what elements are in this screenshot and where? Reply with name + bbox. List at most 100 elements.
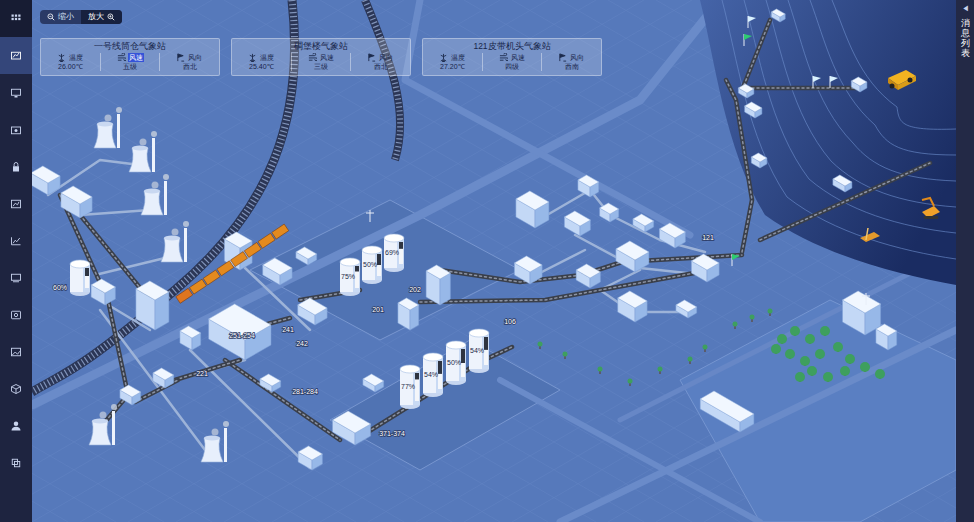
conveyor <box>742 86 860 91</box>
metric: 风速四级 <box>483 53 543 71</box>
silo <box>469 329 489 373</box>
message-list-title[interactable]: 消息列表 <box>961 19 970 59</box>
building <box>659 223 685 248</box>
contour-line <box>722 0 956 259</box>
conveyor-label: 221 <box>196 370 208 377</box>
tree <box>598 367 603 375</box>
metric-label: 风速 <box>128 53 144 62</box>
level-track <box>355 266 359 288</box>
conveyor-label: 202 <box>409 286 421 293</box>
metric-label-row: 风速 <box>499 53 526 62</box>
building <box>136 281 169 330</box>
temperature-icon <box>439 53 448 62</box>
grid-line <box>32 0 404 522</box>
building <box>398 298 419 330</box>
sidebar-item[interactable] <box>0 222 32 259</box>
level-fill <box>85 276 89 288</box>
conveyor-belt <box>420 272 700 302</box>
building <box>263 258 292 285</box>
sidebar-item[interactable] <box>0 444 32 481</box>
collapse-arrow[interactable]: ◀ <box>962 4 969 13</box>
sidebar <box>0 0 32 522</box>
tree <box>845 354 855 364</box>
building <box>296 247 317 265</box>
sidebar-item[interactable] <box>0 259 32 296</box>
silo <box>340 258 360 296</box>
zoom-out-button[interactable]: 缩小 <box>40 10 81 24</box>
grid-line <box>32 0 788 522</box>
train-car <box>190 279 207 294</box>
sidebar-item[interactable] <box>0 74 32 111</box>
silo <box>70 260 90 296</box>
temperature-icon <box>248 53 257 62</box>
service-road <box>48 160 140 195</box>
grid-line <box>32 0 548 522</box>
building <box>633 214 654 232</box>
train-car <box>258 233 275 248</box>
plant-map[interactable]: 75%50%69%77%54%50%54%60%201202241242281-… <box>32 0 956 522</box>
sidebar-item[interactable] <box>0 148 32 185</box>
zoom-in-icon <box>107 13 115 21</box>
sidebar-item[interactable] <box>0 296 32 333</box>
building <box>153 368 174 388</box>
road <box>560 330 956 522</box>
silo-level-label: 50% <box>447 359 461 366</box>
tree <box>800 356 810 366</box>
silo <box>400 365 420 409</box>
message-panel[interactable]: ◀ 消息列表 <box>956 0 974 522</box>
metric-label-row: 风向 <box>367 53 394 62</box>
map-canvas[interactable]: 75%50%69%77%54%50%54%60%201202241242281-… <box>32 0 956 522</box>
cooling-tower <box>89 404 117 445</box>
tree <box>538 342 543 350</box>
silo-level-label: 75% <box>341 273 355 280</box>
grid-line <box>32 0 212 522</box>
silo-level-label: 54% <box>470 347 484 354</box>
service-road <box>535 190 705 252</box>
metric-value: 四级 <box>505 62 519 71</box>
sidebar-item[interactable] <box>0 407 32 444</box>
metric-label: 温度 <box>259 53 275 62</box>
tree <box>658 367 663 375</box>
sidebar-item[interactable] <box>0 0 32 37</box>
grid-line <box>656 0 956 522</box>
grid-line <box>32 0 644 522</box>
metric: 风速三级 <box>292 53 352 71</box>
level-fill <box>355 272 359 289</box>
railway <box>365 0 400 160</box>
silo <box>423 353 443 397</box>
tree <box>703 345 708 353</box>
conveyor-label: 371-374 <box>379 430 405 437</box>
sidebar-item[interactable] <box>0 37 32 74</box>
metric-label: 风速 <box>510 53 526 62</box>
flag-icon <box>748 16 756 28</box>
tree <box>785 349 795 359</box>
silo-level-label: 60% <box>53 284 67 291</box>
cube-icon <box>10 383 22 395</box>
weather-stations: 一号线筒仓气象站温度26.00℃风速五级风向西北碉堡楼气象站温度25.40℃风速… <box>40 38 602 76</box>
link-icon <box>10 457 22 469</box>
grid-line <box>32 0 212 522</box>
grid-line <box>32 0 644 522</box>
metric-row: 温度25.40℃风速三级风向西北 <box>232 53 410 71</box>
grid-line <box>32 0 740 522</box>
tree <box>805 334 815 344</box>
zoom-in-button[interactable]: 放大 <box>81 10 122 24</box>
train-car <box>272 224 289 239</box>
building <box>616 241 649 272</box>
conveyor-label: 201 <box>372 306 384 313</box>
map-area[interactable]: 75%50%69%77%54%50%54%60%201202241242281-… <box>32 0 956 522</box>
level-track <box>461 349 465 377</box>
sidebar-item[interactable] <box>0 111 32 148</box>
sidebar-item[interactable] <box>0 333 32 370</box>
level-fill <box>399 249 403 264</box>
silo-level-label: 54% <box>424 371 438 378</box>
weather-card: 一号线筒仓气象站温度26.00℃风速五级风向西北 <box>40 38 220 76</box>
building <box>851 77 867 92</box>
silo-level-label: 50% <box>363 261 377 268</box>
grid-line <box>512 0 956 522</box>
flag-icon <box>813 76 821 88</box>
grid-line <box>128 0 956 522</box>
sidebar-item[interactable] <box>0 370 32 407</box>
sidebar-item[interactable] <box>0 185 32 222</box>
level-track <box>85 268 89 288</box>
